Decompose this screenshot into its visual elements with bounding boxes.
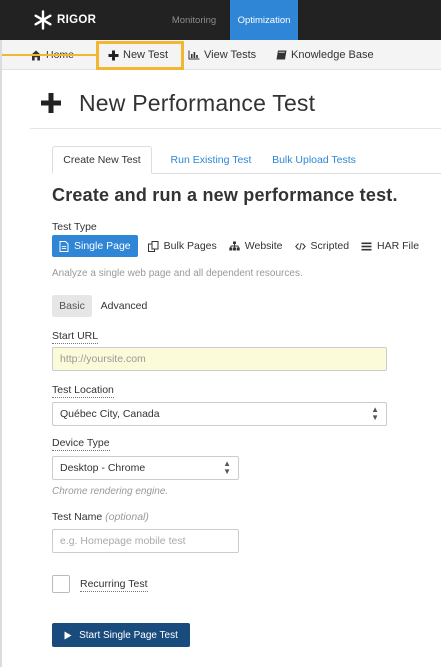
device-type-value: Desktop - Chrome <box>60 462 146 474</box>
test-type-har-file-label: HAR File <box>377 240 420 252</box>
document-icon <box>59 240 69 252</box>
test-type-label: Test Type <box>52 221 97 233</box>
test-name-input[interactable]: e.g. Homepage mobile test <box>52 529 239 553</box>
bar-chart-icon <box>188 50 200 60</box>
logo-text: RIGOR <box>57 14 97 26</box>
nav-tab-optimization[interactable]: Optimization <box>230 0 298 40</box>
top-navbar: RIGOR Monitoring Optimization <box>0 0 441 40</box>
test-type-scripted[interactable]: Scripted <box>289 235 356 257</box>
test-name-optional: (optional) <box>105 511 149 523</box>
logo-mark-icon <box>34 10 52 30</box>
start-url-label: Start URL <box>52 330 99 344</box>
subnav-knowledge-base-label: Knowledge Base <box>291 49 374 61</box>
subnav-view-tests[interactable]: View Tests <box>188 40 256 70</box>
mode-basic-toggle[interactable]: Basic <box>52 295 92 317</box>
tab-create-new-test[interactable]: Create New Test <box>52 146 152 174</box>
tab-run-existing-test[interactable]: Run Existing Test <box>162 146 260 174</box>
tab-bulk-upload-tests[interactable]: Bulk Upload Tests <box>266 146 362 174</box>
test-type-selector: Single Page Bulk Pages Website Scripted <box>52 235 425 257</box>
test-name-label: Test Name (optional) <box>52 511 149 523</box>
page-header: New Performance Test <box>40 86 315 120</box>
test-location-label: Test Location <box>52 384 114 398</box>
test-location-select[interactable]: Québec City, Canada ▲ ▼ <box>52 402 387 426</box>
test-type-single-page-label: Single Page <box>74 240 131 252</box>
list-icon <box>361 242 372 250</box>
rigor-logo[interactable]: RIGOR <box>33 8 115 32</box>
test-type-help: Analyze a single web page and all depend… <box>52 268 303 279</box>
test-name-label-text: Test Name <box>52 511 103 523</box>
plus-icon <box>41 93 61 113</box>
test-type-bulk-pages[interactable]: Bulk Pages <box>142 235 223 257</box>
nav-tab-monitoring[interactable]: Monitoring <box>160 0 228 40</box>
book-icon <box>276 50 287 60</box>
sitemap-icon <box>229 241 240 251</box>
test-type-har-file[interactable]: HAR File <box>355 235 425 257</box>
recurring-test-checkbox[interactable] <box>52 575 70 593</box>
select-arrows-icon: ▲ ▼ <box>223 459 231 476</box>
select-arrows-icon: ▲ ▼ <box>371 405 379 422</box>
start-test-button[interactable]: Start Single Page Test <box>52 623 190 647</box>
device-type-label: Device Type <box>52 437 110 451</box>
copy-icon <box>147 240 159 252</box>
subnav-knowledge-base[interactable]: Knowledge Base <box>276 40 374 70</box>
device-type-help: Chrome rendering engine. <box>52 486 169 497</box>
test-type-bulk-pages-label: Bulk Pages <box>163 240 217 252</box>
test-type-website[interactable]: Website <box>223 235 289 257</box>
header-divider <box>30 128 441 129</box>
left-border <box>0 40 2 667</box>
device-type-select[interactable]: Desktop - Chrome ▲ ▼ <box>52 456 239 480</box>
highlight-callout-line <box>0 54 96 56</box>
mode-advanced-toggle[interactable]: Advanced <box>96 295 152 317</box>
test-type-single-page[interactable]: Single Page <box>52 235 138 257</box>
start-test-button-label: Start Single Page Test <box>79 629 178 641</box>
play-icon <box>64 631 72 639</box>
test-type-website-label: Website <box>244 240 283 252</box>
subnav-view-tests-label: View Tests <box>204 49 257 61</box>
new-test-highlight <box>96 41 184 70</box>
code-icon <box>294 242 306 250</box>
start-url-input[interactable]: http://yoursite.com <box>52 347 387 371</box>
recurring-test-label[interactable]: Recurring Test <box>80 578 148 592</box>
test-location-value: Québec City, Canada <box>60 408 160 420</box>
test-type-scripted-label: Scripted <box>310 240 350 252</box>
form-heading: Create and run a new performance test. <box>52 185 398 205</box>
page-title: New Performance Test <box>79 89 316 116</box>
